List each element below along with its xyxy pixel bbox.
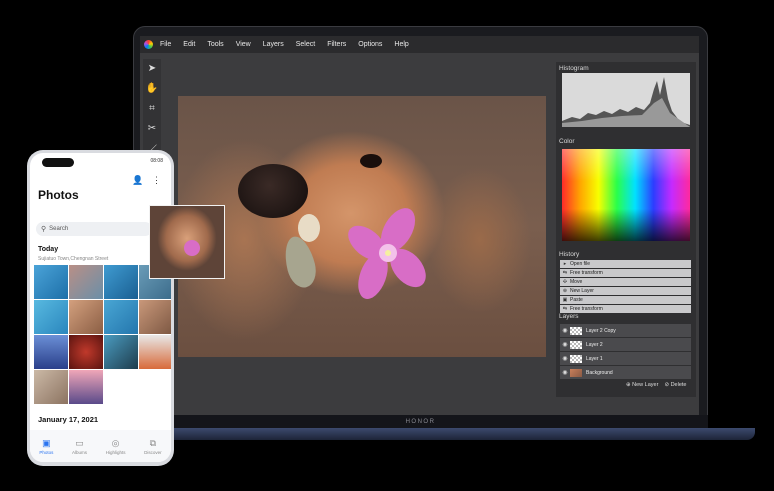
menu-help[interactable]: Help bbox=[394, 41, 408, 48]
dog-nose bbox=[238, 164, 308, 218]
app-logo-icon bbox=[144, 40, 153, 49]
new-layer-icon: ⊕ bbox=[562, 288, 568, 294]
photo-thumbnail[interactable] bbox=[104, 300, 138, 334]
paste-icon: ▣ bbox=[562, 297, 568, 303]
layers-list: ◉ Layer 2 Copy ◉ Layer 2 ◉ Layer 1 ◉ Backgro… bbox=[560, 324, 691, 380]
leaf bbox=[280, 233, 320, 291]
photo-thumbnail[interactable] bbox=[34, 300, 68, 334]
header-icons: 👤 ⋮ bbox=[132, 175, 161, 186]
layer-row[interactable]: ◉ Layer 1 bbox=[560, 352, 691, 365]
discover-icon: ⧉ bbox=[149, 437, 157, 448]
pink-flower bbox=[348, 208, 426, 299]
photo-thumbnail[interactable] bbox=[69, 335, 103, 369]
photo-thumbnail[interactable] bbox=[34, 370, 68, 404]
nav-highlights[interactable]: ◎ Highlights bbox=[106, 438, 126, 455]
more-icon[interactable]: ⋮ bbox=[152, 175, 161, 185]
layers-title: Layers bbox=[559, 313, 579, 320]
flower-thumbnail-detail bbox=[184, 240, 200, 256]
menu-filters[interactable]: Filters bbox=[327, 41, 346, 48]
account-icon[interactable]: 👤 bbox=[132, 175, 143, 185]
layer-thumbnail bbox=[570, 354, 582, 363]
dragged-photo-thumbnail[interactable] bbox=[149, 205, 225, 279]
color-picker[interactable] bbox=[562, 149, 690, 241]
history-title: History bbox=[559, 251, 580, 258]
search-icon: ⚲ bbox=[41, 226, 47, 233]
camera-cutout bbox=[42, 158, 74, 167]
albums-icon: ▭ bbox=[75, 437, 84, 448]
delete-layer-button[interactable]: ⊘ Delete bbox=[664, 382, 686, 388]
laptop-hinge: HONOR bbox=[133, 415, 708, 428]
location-label: Sujiatuo Town,Chengnan Street bbox=[38, 256, 109, 262]
menu-options[interactable]: Options bbox=[358, 41, 382, 48]
menu-layers[interactable]: Layers bbox=[263, 41, 284, 48]
photo-grid bbox=[34, 265, 171, 404]
menu-edit[interactable]: Edit bbox=[183, 41, 195, 48]
photo-thumbnail[interactable] bbox=[34, 335, 68, 369]
photo-thumbnail[interactable] bbox=[104, 265, 138, 299]
status-bar: 08:08 bbox=[30, 153, 171, 168]
nav-photos[interactable]: ▣ Photos bbox=[39, 438, 53, 455]
new-layer-button[interactable]: ⊕ New Layer bbox=[626, 382, 658, 388]
pointer-icon[interactable]: ➤ bbox=[143, 59, 161, 77]
photo-thumbnail[interactable] bbox=[69, 370, 103, 404]
histogram-title: Histogram bbox=[559, 65, 589, 72]
brand-label: HONOR bbox=[405, 418, 436, 425]
layer-row[interactable]: ◉ Layer 2 Copy bbox=[560, 324, 691, 337]
histogram-graph bbox=[562, 73, 690, 127]
nav-discover[interactable]: ⧉ Discover bbox=[144, 438, 162, 455]
laptop-base bbox=[90, 428, 755, 440]
photo-thumbnail[interactable] bbox=[104, 335, 138, 369]
eye-icon[interactable]: ◉ bbox=[560, 327, 570, 334]
eye-icon[interactable]: ◉ bbox=[560, 341, 570, 348]
status-time: 08:08 bbox=[150, 158, 163, 164]
transform-icon: ⇆ bbox=[562, 270, 568, 276]
menu-tools[interactable]: Tools bbox=[207, 41, 223, 48]
image-canvas[interactable] bbox=[178, 96, 546, 357]
section-today: Today bbox=[38, 246, 59, 253]
history-item[interactable]: ⇆ Free transform bbox=[560, 305, 691, 313]
eye-icon[interactable]: ◉ bbox=[560, 369, 570, 376]
layer-actions: ⊕ New Layer ⊘ Delete bbox=[626, 382, 686, 388]
history-item[interactable]: ▣ Paste bbox=[560, 296, 691, 304]
history-item[interactable]: ▸ Open file bbox=[560, 260, 691, 268]
search-input[interactable]: ⚲ Search bbox=[36, 222, 152, 236]
layer-row[interactable]: ◉ Background bbox=[560, 366, 691, 379]
page-title: Photos bbox=[38, 188, 79, 202]
nav-albums[interactable]: ▭ Albums bbox=[72, 438, 87, 455]
photo-thumbnail[interactable] bbox=[139, 335, 171, 369]
photo-thumbnail[interactable] bbox=[139, 300, 171, 334]
menu-select[interactable]: Select bbox=[296, 41, 315, 48]
menu-file[interactable]: File bbox=[160, 41, 171, 48]
eye-icon[interactable]: ◉ bbox=[560, 355, 570, 362]
color-title: Color bbox=[559, 138, 575, 145]
layer-row[interactable]: ◉ Layer 2 bbox=[560, 338, 691, 351]
bottom-nav: ▣ Photos ▭ Albums ◎ Highlights ⧉ Discover bbox=[30, 430, 171, 462]
history-item[interactable]: ✣ Move bbox=[560, 278, 691, 286]
magic-wand-icon[interactable]: ✂ bbox=[143, 119, 161, 137]
photos-icon: ▣ bbox=[42, 437, 51, 448]
highlights-icon: ◎ bbox=[111, 437, 120, 448]
history-item[interactable]: ⊕ New Layer bbox=[560, 287, 691, 295]
phone-screen: 08:08 👤 ⋮ Photos ⚲ Search Today Sujiatuo… bbox=[30, 153, 171, 462]
history-list: ▸ Open file ⇆ Free transform ✣ Move ⊕ New La… bbox=[560, 260, 691, 314]
layer-thumbnail bbox=[570, 340, 582, 349]
flower-bud bbox=[298, 214, 320, 242]
layer-thumbnail bbox=[570, 326, 582, 335]
move-icon: ✣ bbox=[562, 279, 568, 285]
menu-bar: File Edit Tools View Layers Select Filte… bbox=[140, 36, 699, 53]
dog-eye bbox=[360, 154, 382, 168]
photo-thumbnail[interactable] bbox=[69, 265, 103, 299]
right-panels: Histogram Color History ▸ Open file ⇆ Free… bbox=[556, 62, 696, 397]
section-date: January 17, 2021 bbox=[38, 415, 99, 424]
search-placeholder: Search bbox=[49, 226, 69, 232]
menu-view[interactable]: View bbox=[236, 41, 251, 48]
transform-icon: ⇆ bbox=[562, 306, 568, 312]
crop-icon[interactable]: ⌗ bbox=[143, 99, 161, 117]
photo-thumbnail[interactable] bbox=[34, 265, 68, 299]
hand-icon[interactable]: ✋ bbox=[143, 79, 161, 97]
layer-thumbnail bbox=[570, 368, 582, 377]
photo-thumbnail[interactable] bbox=[69, 300, 103, 334]
open-file-icon: ▸ bbox=[563, 261, 567, 267]
history-item[interactable]: ⇆ Free transform bbox=[560, 269, 691, 277]
